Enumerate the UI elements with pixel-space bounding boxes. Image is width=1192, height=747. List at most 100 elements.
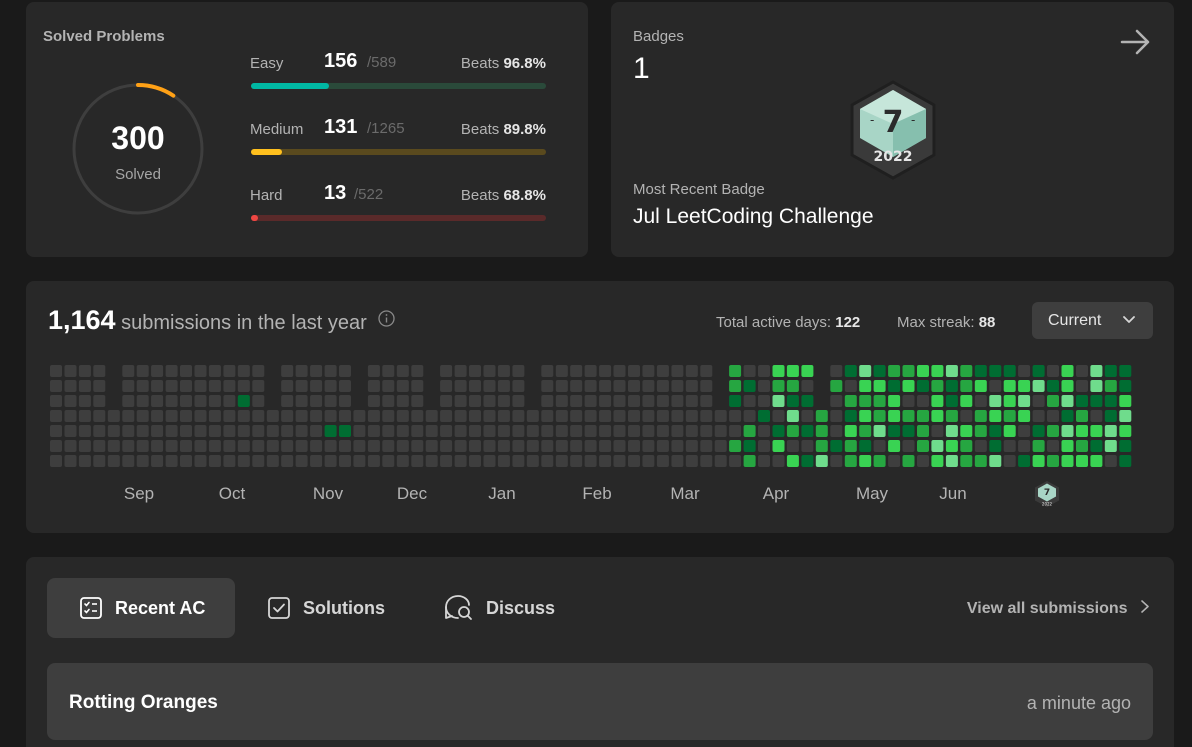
heatmap-cell[interactable] [310, 380, 323, 392]
heatmap-cell[interactable] [786, 395, 799, 407]
heatmap-cell[interactable] [78, 455, 91, 467]
heatmap-cell[interactable] [237, 425, 250, 437]
heatmap-cell[interactable] [295, 365, 308, 377]
heatmap-cell[interactable] [454, 425, 467, 437]
heatmap-cell[interactable] [945, 440, 958, 452]
heatmap-cell[interactable] [772, 365, 785, 377]
heatmap-cell[interactable] [570, 395, 583, 407]
heatmap-cell[interactable] [628, 440, 640, 452]
heatmap-cell[interactable] [237, 365, 250, 377]
heatmap-cell[interactable] [758, 455, 770, 467]
heatmap-cell[interactable] [844, 365, 857, 377]
heatmap-cell[interactable] [613, 365, 626, 377]
heatmap-cell[interactable] [613, 425, 626, 437]
heatmap-cell[interactable] [425, 455, 438, 467]
heatmap-cell[interactable] [469, 425, 481, 437]
heatmap-cell[interactable] [396, 440, 409, 452]
heatmap-cell[interactable] [1003, 380, 1016, 392]
heatmap-cell[interactable] [324, 425, 337, 437]
heatmap-cell[interactable] [281, 440, 294, 452]
heatmap-cell[interactable] [1076, 365, 1088, 377]
heatmap-cell[interactable] [1032, 440, 1045, 452]
heatmap-cell[interactable] [599, 425, 612, 437]
heatmap-cell[interactable] [844, 410, 857, 422]
heatmap-cell[interactable] [1104, 440, 1117, 452]
heatmap-cell[interactable] [888, 440, 901, 452]
heatmap-cell[interactable] [136, 380, 149, 392]
heatmap-cell[interactable] [93, 395, 106, 407]
heatmap-cell[interactable] [555, 410, 568, 422]
heatmap-cell[interactable] [122, 365, 135, 377]
mini-badge-icon[interactable]: 7 2022 [1034, 480, 1060, 508]
heatmap-cell[interactable] [1032, 380, 1045, 392]
heatmap-cell[interactable] [714, 425, 727, 437]
heatmap-cell[interactable] [917, 455, 929, 467]
heatmap-cell[interactable] [786, 440, 799, 452]
heatmap-cell[interactable] [367, 425, 380, 437]
heatmap-cell[interactable] [411, 440, 424, 452]
heatmap-cell[interactable] [425, 440, 438, 452]
heatmap-cell[interactable] [281, 380, 294, 392]
heatmap-cell[interactable] [64, 425, 77, 437]
heatmap-cell[interactable] [555, 380, 568, 392]
heatmap-cell[interactable] [830, 365, 843, 377]
heatmap-cell[interactable] [1061, 455, 1074, 467]
heatmap-cell[interactable] [743, 380, 756, 392]
heatmap-cell[interactable] [1047, 425, 1059, 437]
heatmap-cell[interactable] [801, 455, 814, 467]
heatmap-cell[interactable] [78, 395, 91, 407]
heatmap-cell[interactable] [526, 440, 539, 452]
heatmap-cell[interactable] [151, 440, 164, 452]
heatmap-cell[interactable] [180, 425, 192, 437]
heatmap-cell[interactable] [656, 380, 669, 392]
heatmap-cell[interactable] [440, 365, 453, 377]
heatmap-cell[interactable] [107, 455, 120, 467]
heatmap-cell[interactable] [1061, 365, 1074, 377]
heatmap-cell[interactable] [1003, 410, 1016, 422]
heatmap-cell[interactable] [353, 455, 366, 467]
tab-solutions[interactable]: Solutions [267, 578, 385, 638]
heatmap-cell[interactable] [353, 410, 366, 422]
heatmap-cell[interactable] [859, 365, 872, 377]
heatmap-cell[interactable] [815, 425, 828, 437]
heatmap-cell[interactable] [786, 410, 799, 422]
heatmap-cell[interactable] [931, 455, 944, 467]
heatmap-cell[interactable] [252, 365, 265, 377]
heatmap-cell[interactable] [1018, 395, 1031, 407]
heatmap-cell[interactable] [873, 395, 886, 407]
heatmap-cell[interactable] [873, 410, 886, 422]
heatmap-cell[interactable] [266, 455, 279, 467]
heatmap-cell[interactable] [440, 455, 453, 467]
heatmap-cell[interactable] [1076, 455, 1088, 467]
heatmap-cell[interactable] [411, 410, 424, 422]
heatmap-cell[interactable] [295, 425, 308, 437]
heatmap-cell[interactable] [945, 380, 958, 392]
heatmap-cell[interactable] [917, 395, 929, 407]
heatmap-cell[interactable] [1104, 410, 1117, 422]
heatmap-cell[interactable] [844, 380, 857, 392]
heatmap-cell[interactable] [151, 395, 164, 407]
heatmap-cell[interactable] [93, 365, 106, 377]
heatmap-cell[interactable] [671, 365, 684, 377]
heatmap-cell[interactable] [570, 410, 583, 422]
heatmap-cell[interactable] [310, 395, 323, 407]
heatmap-cell[interactable] [512, 440, 525, 452]
heatmap-cell[interactable] [902, 455, 915, 467]
heatmap-cell[interactable] [180, 395, 192, 407]
heatmap-cell[interactable] [339, 365, 351, 377]
heatmap-cell[interactable] [295, 395, 308, 407]
heatmap-cell[interactable] [367, 365, 380, 377]
heatmap-cell[interactable] [786, 455, 799, 467]
heatmap-cell[interactable] [888, 425, 901, 437]
heatmap-cell[interactable] [570, 425, 583, 437]
heatmap-cell[interactable] [266, 410, 279, 422]
heatmap-cell[interactable] [960, 425, 973, 437]
heatmap-cell[interactable] [136, 410, 149, 422]
arrow-right-icon[interactable] [1119, 26, 1153, 58]
heatmap-cell[interactable] [628, 455, 640, 467]
heatmap-cell[interactable] [295, 410, 308, 422]
heatmap-cell[interactable] [772, 380, 785, 392]
heatmap-cell[interactable] [656, 425, 669, 437]
heatmap-cell[interactable] [844, 455, 857, 467]
heatmap-cell[interactable] [93, 380, 106, 392]
